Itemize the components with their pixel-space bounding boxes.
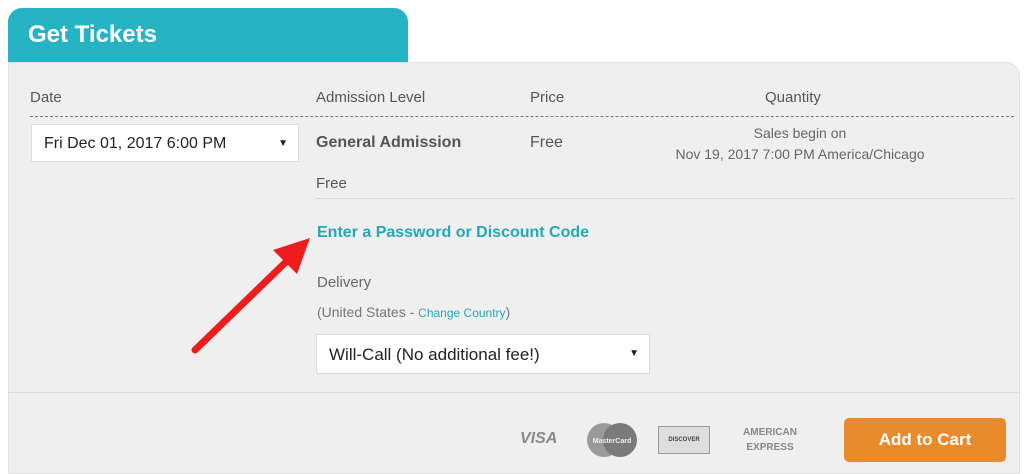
header-date: Date — [30, 89, 62, 106]
tab-title: Get Tickets — [28, 21, 157, 48]
change-country-link[interactable]: Change Country — [418, 306, 505, 320]
chevron-down-icon: ▼ — [629, 348, 639, 359]
amex-logo: AMERICAN EXPRESS — [730, 425, 810, 455]
visa-logo: VISA — [520, 430, 558, 447]
delivery-label: Delivery — [317, 274, 372, 291]
discover-logo: DISCOVER — [658, 426, 710, 454]
country-suffix: ) — [505, 304, 511, 320]
country-prefix: (United States - — [317, 304, 419, 320]
delivery-country: (United States - Change Country) — [317, 304, 510, 320]
date-select-value: Fri Dec 01, 2017 6:00 PM — [44, 135, 227, 152]
mastercard-text: MasterCard — [593, 438, 632, 445]
mastercard-logo: MasterCard — [587, 423, 637, 457]
chevron-down-icon: ▼ — [278, 138, 288, 149]
admission-sub-price: Free — [316, 175, 347, 192]
amex-line2: EXPRESS — [746, 442, 794, 453]
amex-line1: AMERICAN — [743, 427, 797, 438]
footer-divider — [9, 392, 1020, 393]
red-arrow-icon — [191, 238, 310, 354]
get-tickets-tab: Get Tickets — [8, 8, 408, 64]
date-select[interactable]: Fri Dec 01, 2017 6:00 PM ▼ — [31, 124, 299, 162]
header-divider — [30, 116, 1014, 117]
discount-code-link[interactable]: Enter a Password or Discount Code — [317, 224, 589, 242]
delivery-select[interactable]: Will-Call (No additional fee!) ▼ — [316, 334, 650, 374]
add-to-cart-button[interactable]: Add to Cart — [844, 418, 1006, 462]
header-quantity: Quantity — [765, 89, 821, 106]
header-price: Price — [530, 89, 565, 106]
row-divider — [316, 198, 1014, 199]
header-admission-level: Admission Level — [316, 89, 426, 106]
ticket-price: Free — [530, 134, 563, 151]
sales-begin-date: Nov 19, 2017 7:00 PM America/Chicago — [675, 146, 925, 162]
sales-begin-label: Sales begin on — [753, 125, 847, 141]
delivery-select-value: Will-Call (No additional fee!) — [329, 345, 540, 364]
admission-level-name: General Admission — [316, 134, 462, 151]
